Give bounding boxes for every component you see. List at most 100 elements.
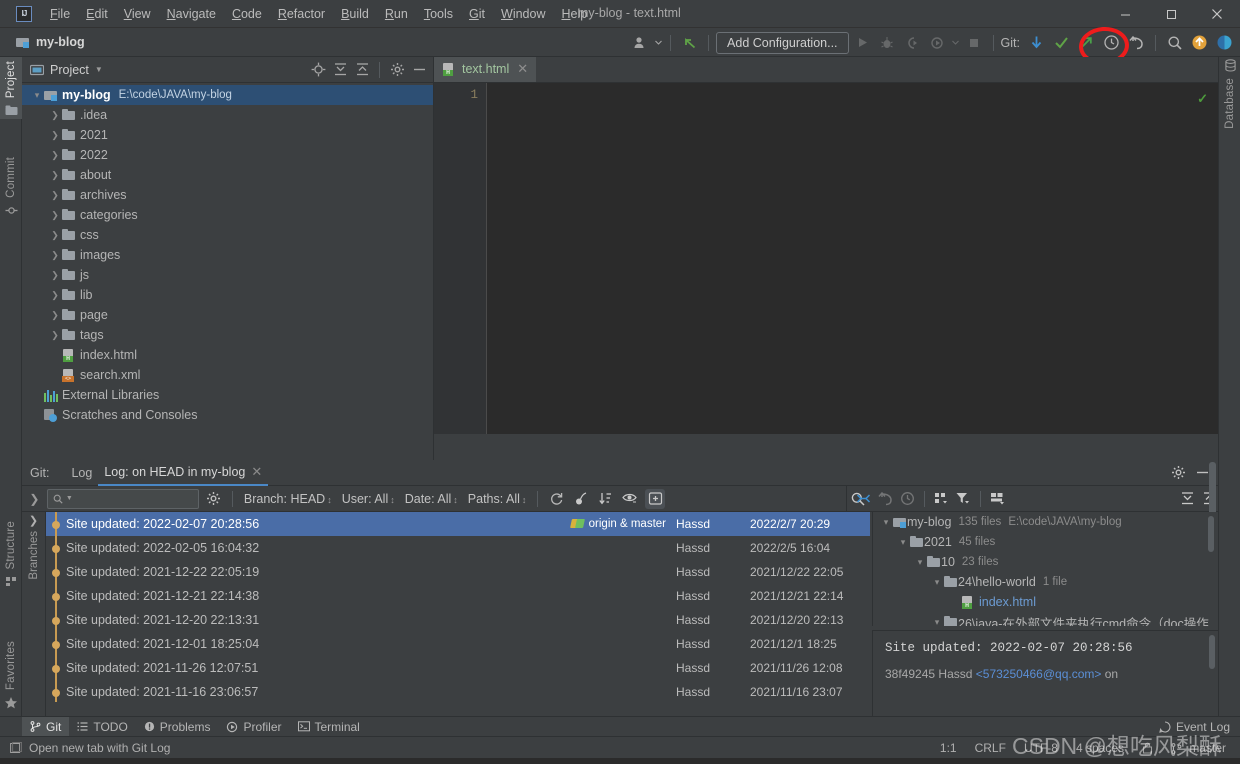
chevron-down-icon[interactable] xyxy=(654,31,663,54)
menu-item-git[interactable]: Git xyxy=(461,4,493,24)
inspection-status-icon[interactable]: ✓ xyxy=(1197,91,1208,107)
git-push-icon[interactable] xyxy=(1075,31,1098,54)
menu-item-run[interactable]: Run xyxy=(377,4,416,24)
chevron-down-icon[interactable]: ▼ xyxy=(66,495,73,502)
stop-icon[interactable] xyxy=(963,31,986,54)
menu-item-file[interactable]: File xyxy=(42,4,78,24)
chevron-right-icon[interactable]: ❯ xyxy=(48,310,62,321)
dropdown-icon[interactable] xyxy=(951,31,961,54)
bottom-tab-git[interactable]: Git xyxy=(22,717,70,736)
git-commit-check-icon[interactable] xyxy=(1050,31,1073,54)
collapse-all-icon[interactable] xyxy=(352,60,372,80)
project-tree-row[interactable]: ▾ my-blog E:\code\JAVA\my-blog xyxy=(22,85,433,105)
changed-files-tree[interactable]: ▾ my-blog 135 files E:\code\JAVA\my-blog ▾ 20… xyxy=(872,512,1218,630)
chevron-down-icon[interactable]: ▾ xyxy=(930,577,944,588)
bottom-tab-problems[interactable]: Problems xyxy=(136,717,219,736)
bottom-tab-todo[interactable]: TODO xyxy=(69,717,135,736)
changed-file-row[interactable]: ▾ 24\hello-world 1 file xyxy=(873,572,1218,592)
menu-item-tools[interactable]: Tools xyxy=(416,4,461,24)
git-rollback-icon[interactable] xyxy=(1125,31,1148,54)
filter-icon[interactable] xyxy=(954,489,972,509)
project-tree-row[interactable]: ❯ categories xyxy=(22,205,433,225)
commit-row[interactable]: Site updated: 2021-12-20 22:13:31 Hassd 20… xyxy=(46,608,870,632)
menu-item-edit[interactable]: Edit xyxy=(78,4,116,24)
commit-row[interactable]: Site updated: 2021-12-22 22:05:19 Hassd 20… xyxy=(46,560,870,584)
menu-item-build[interactable]: Build xyxy=(333,4,377,24)
commit-row[interactable]: Site updated: 2022-02-07 20:28:56 origin … xyxy=(46,512,870,536)
commit-row[interactable]: Site updated: 2021-11-26 12:07:51 Hassd 20… xyxy=(46,656,870,680)
menu-item-view[interactable]: View xyxy=(116,4,159,24)
settings-gear-icon[interactable] xyxy=(1168,463,1188,483)
editor-code-area[interactable] xyxy=(488,83,1218,434)
hide-icon[interactable] xyxy=(409,60,429,80)
add-configuration-button[interactable]: Add Configuration... xyxy=(716,31,849,54)
project-tree-row[interactable]: ❯ 2022 xyxy=(22,145,433,165)
profile-icon[interactable] xyxy=(926,31,949,54)
expand-all-icon[interactable] xyxy=(330,60,350,80)
close-icon[interactable]: ✕ xyxy=(517,61,528,77)
chevron-down-icon[interactable]: ▾ xyxy=(913,557,927,568)
locate-file-icon[interactable] xyxy=(308,60,328,80)
project-tree-row[interactable]: ❯ js xyxy=(22,265,433,285)
sort-icon[interactable] xyxy=(596,489,617,509)
group-by-icon[interactable] xyxy=(933,489,951,509)
chevron-right-icon[interactable]: ❯ xyxy=(48,250,62,261)
settings-gear-icon[interactable] xyxy=(387,60,407,80)
sidebar-item-structure[interactable]: Structure xyxy=(0,517,22,590)
chevron-right-icon[interactable]: ❯ xyxy=(48,270,62,281)
cherry-pick-icon[interactable] xyxy=(571,489,592,509)
lock-icon[interactable] xyxy=(1142,742,1153,754)
expand-all-icon[interactable] xyxy=(1179,489,1197,509)
project-tree-row[interactable]: External Libraries xyxy=(22,385,433,405)
project-tree-row[interactable]: ❯ tags xyxy=(22,325,433,345)
commit-refs[interactable]: origin & master xyxy=(571,518,666,530)
ide-feature-icon[interactable] xyxy=(1213,31,1236,54)
filter-paths[interactable]: Paths: All ↕ xyxy=(465,492,530,506)
commit-row[interactable]: Site updated: 2021-12-21 22:14:38 Hassd 20… xyxy=(46,584,870,608)
menu-item-refactor[interactable]: Refactor xyxy=(270,4,333,24)
menu-item-code[interactable]: Code xyxy=(224,4,270,24)
project-tree-row[interactable]: index.html xyxy=(22,345,433,365)
chevron-right-icon[interactable]: ❯ xyxy=(48,230,62,241)
chevron-right-icon[interactable]: ❯ xyxy=(29,514,38,527)
refresh-icon[interactable] xyxy=(546,489,567,509)
project-tree-row[interactable]: ❯ .idea xyxy=(22,105,433,125)
tab-log-on-head[interactable]: Log: on HEAD in my-blog ✕ xyxy=(98,460,269,486)
bottom-tab-terminal[interactable]: Terminal xyxy=(290,717,368,736)
indent-setting[interactable]: 4 spaces xyxy=(1076,741,1124,755)
layout-icon[interactable] xyxy=(989,489,1007,509)
run-coverage-icon[interactable] xyxy=(901,31,924,54)
close-button[interactable] xyxy=(1194,0,1240,28)
expand-branches-icon[interactable]: ❯ xyxy=(26,492,43,506)
maximize-button[interactable] xyxy=(1148,0,1194,28)
chevron-right-icon[interactable]: ❯ xyxy=(48,190,62,201)
filter-branch[interactable]: Branch: HEAD ↕ xyxy=(241,492,335,506)
project-tree-row[interactable]: ❯ css xyxy=(22,225,433,245)
settings-gear-icon[interactable] xyxy=(203,489,224,509)
chevron-down-icon[interactable]: ▾ xyxy=(896,537,910,548)
project-breadcrumb[interactable]: my-blog xyxy=(16,35,85,49)
commit-row[interactable]: Site updated: 2021-11-16 23:06:57 Hassd 20… xyxy=(46,680,870,702)
minimize-button[interactable] xyxy=(1102,0,1148,28)
changed-file-row[interactable]: ▾ 2021 45 files xyxy=(873,532,1218,552)
line-separator[interactable]: CRLF xyxy=(975,741,1006,755)
chevron-down-icon[interactable]: ▾ xyxy=(30,90,44,101)
sidebar-item-database[interactable]: Database xyxy=(1219,57,1240,133)
user-profile-icon[interactable] xyxy=(629,31,652,54)
git-update-icon[interactable] xyxy=(1025,31,1048,54)
project-tree-row[interactable]: ❯ archives xyxy=(22,185,433,205)
menu-item-navigate[interactable]: Navigate xyxy=(159,4,224,24)
chevron-right-icon[interactable]: ❯ xyxy=(48,330,62,341)
sidebar-item-commit[interactable]: Commit xyxy=(0,153,22,219)
project-tree-row[interactable]: ❯ images xyxy=(22,245,433,265)
changed-files-scrollbar[interactable] xyxy=(1208,516,1214,552)
file-encoding[interactable]: UTF-8 xyxy=(1024,741,1058,755)
menu-item-window[interactable]: Window xyxy=(493,4,553,24)
search-everywhere-icon[interactable] xyxy=(1163,31,1186,54)
project-tree-row[interactable]: ❯ 2021 xyxy=(22,125,433,145)
git-history-clock-icon[interactable] xyxy=(1100,31,1123,54)
caret-position[interactable]: 1:1 xyxy=(940,741,957,755)
chevron-down-icon[interactable]: ▼ xyxy=(95,65,103,74)
debug-icon[interactable] xyxy=(876,31,899,54)
chevron-right-icon[interactable]: ❯ xyxy=(48,170,62,181)
